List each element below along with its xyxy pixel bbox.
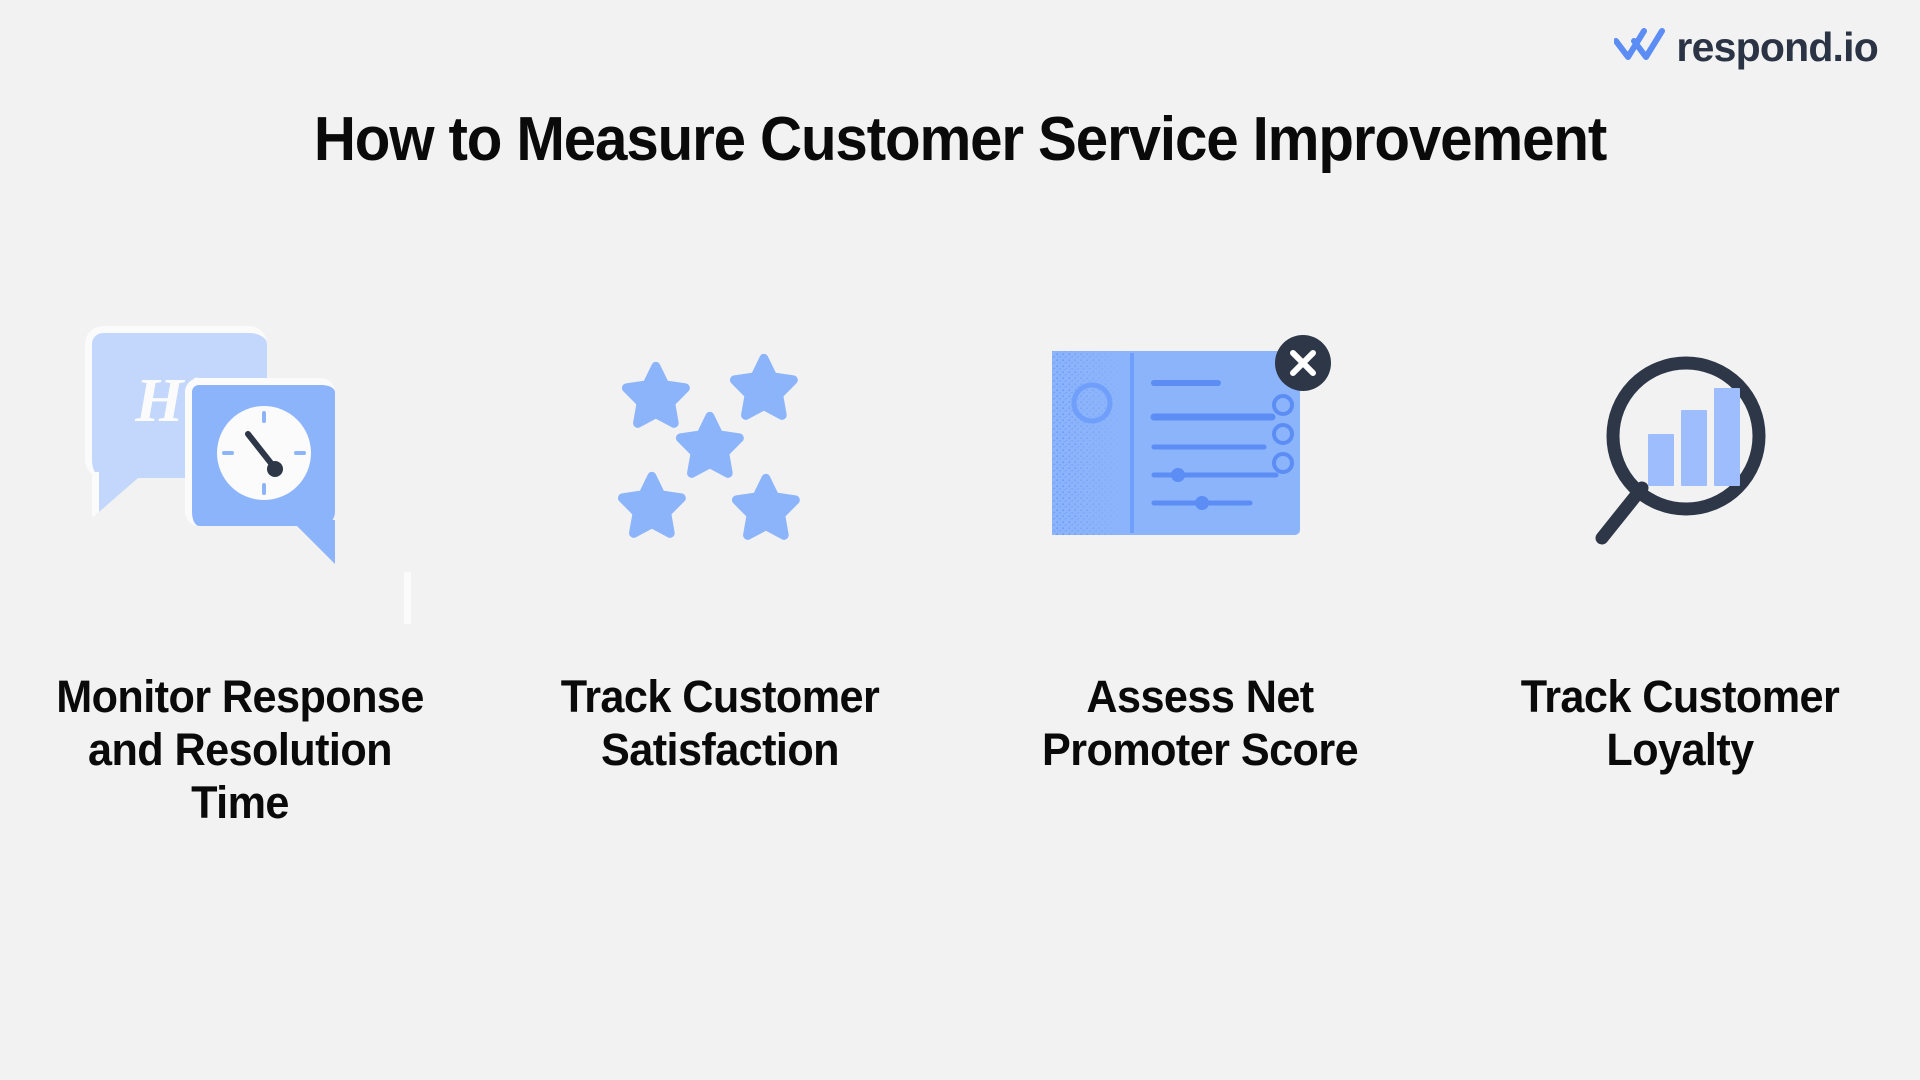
chat-bubble-tail-edge [357,572,411,624]
chat-bubble-outgoing [185,378,335,526]
double-check-icon [1613,28,1666,67]
step-2-caption: Track Customer Satisfaction [560,671,880,776]
chat-bubbles-clock-icon: Hi! [75,320,411,624]
page-title: How to Measure Customer Service Improvem… [313,105,1607,174]
step-1-caption: Monitor Response and Resolution Time [56,671,424,829]
magnifier-bar-chart-icon [1580,340,1780,560]
steps-row: Hi! Monitor Response and Resolution Time… [0,300,1920,829]
step-4-illustration [1440,300,1920,600]
survey-card-icon [1050,335,1350,565]
step-card-3: Assess Net Promoter Score [960,300,1440,829]
step-card-1: Hi! Monitor Response and Resolution Time [0,300,480,829]
brand-name: respond.io [1676,24,1878,70]
five-stars-icon [610,350,830,550]
step-1-illustration: Hi! [0,300,480,624]
step-3-illustration [960,300,1440,600]
step-card-2: Track Customer Satisfaction [480,300,960,829]
clock-icon [212,401,316,510]
brand-logo[interactable]: respond.io [1613,24,1879,71]
step-3-caption: Assess Net Promoter Score [1041,671,1359,776]
step-card-4: Track Customer Loyalty [1440,300,1920,829]
step-4-caption: Track Customer Loyalty [1520,671,1840,776]
step-2-illustration [480,300,960,600]
